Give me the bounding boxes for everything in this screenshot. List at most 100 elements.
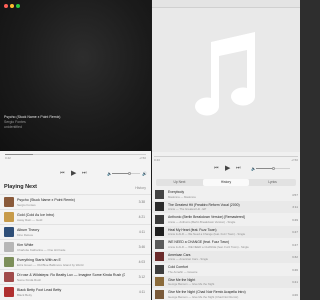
previous-track-icon[interactable]: ⏮ [214, 166, 219, 171]
song-title: Cold Comfort [168, 265, 188, 269]
volume-fill [112, 173, 130, 174]
queue-row[interactable]: Gold (Cold As Ice Intro) Away Rain — Gold… [0, 209, 151, 224]
playing-next-header: Playing Next History [0, 181, 151, 194]
window-titlebar[interactable] [152, 0, 300, 8]
volume-knob[interactable] [127, 172, 131, 175]
volume-slider[interactable] [112, 172, 140, 175]
queue-duration: 3:38 [138, 200, 145, 204]
queue-title: Album Theory [17, 228, 40, 232]
song-artwork [155, 202, 164, 211]
volume-fill [256, 168, 273, 169]
song-title: Anthonio (Berlin Breakdown Version) [Rem… [168, 215, 245, 219]
song-title: WE NEED a CHANGE (feat. Fuzz Town) [168, 240, 229, 244]
song-duration: 3:11 [292, 205, 298, 209]
song-row[interactable]: Heal My Heart (feat. Fuzz Town) Annie & A… [152, 225, 300, 238]
song-title: Give Me the Night [168, 277, 196, 282]
song-artwork [155, 289, 164, 299]
now-playing-artist: Sergio Fontes [4, 120, 26, 124]
queue-row[interactable]: Kim White Charlotte Katharina — One Hit F… [0, 239, 151, 254]
queue-title: Kim White [17, 243, 34, 247]
progress-fill [5, 154, 34, 155]
queue-title: Black Betty Foot Lead Betty [17, 288, 62, 292]
song-list: Everybody Madonna — Madonna 4:57 The Greate… [152, 188, 300, 300]
song-row[interactable]: American Cars Annie — American Cars - Sin… [152, 250, 300, 263]
queue-row[interactable]: Di rose & Wildsteps: Ro Beatty Luv — Ima… [0, 269, 151, 284]
now-playing-album: unidentified [4, 125, 22, 129]
queue-row[interactable]: Black Betty Foot Lead Betty Black Betty 4:… [0, 284, 151, 299]
next-track-icon[interactable]: ⏭ [236, 166, 241, 171]
remaining-time: -2:50 [139, 156, 146, 160]
song-artwork [155, 252, 164, 261]
queue-title: Gold (Cold As Ice Intro) [17, 213, 55, 217]
music-note-icon [195, 32, 256, 116]
queue-artwork [4, 212, 14, 222]
song-artwork [155, 264, 164, 274]
queue-duration: 4:21 [138, 215, 145, 219]
song-row[interactable]: WE NEED a CHANGE (feat. Fuzz Town) Annie … [152, 238, 300, 251]
song-subtitle: Annie & ALR — WE NEED a CHANGE (feat. Fu… [168, 244, 249, 249]
tab-history[interactable]: History [203, 179, 249, 186]
queue-row[interactable]: Everything Starts With an E Ezra Green — … [0, 254, 151, 269]
song-artwork [155, 189, 164, 199]
song-subtitle: George Benson — Give Me the Night [168, 282, 215, 286]
song-duration: 3:47 [291, 242, 298, 247]
song-title: Everybody [168, 190, 185, 194]
queue-subtitle: Black Betty [17, 293, 33, 297]
song-artwork [155, 239, 164, 249]
queue-artwork [4, 242, 14, 252]
volume-knob[interactable] [271, 167, 275, 170]
speaker-high-icon: 🔊 [142, 171, 147, 176]
song-artwork [155, 227, 164, 236]
song-duration: 3:47 [291, 230, 298, 234]
tab-lyrics[interactable]: Lyrics [249, 179, 296, 186]
segmented-tabs: Up Next History Lyrics [156, 179, 296, 186]
volume-slider-right[interactable] [256, 167, 290, 170]
song-row[interactable]: Give Me the Night (Chad Noir Remix Acape… [152, 288, 300, 300]
song-duration: 3:46 [291, 267, 298, 272]
minimize-window-button[interactable] [10, 4, 14, 8]
song-title: American Cars [168, 252, 191, 257]
queue-subtitle: Kino Deluxe [17, 233, 34, 237]
history-link[interactable]: History [135, 186, 146, 190]
up-next-queue: Psycho (Stuck Name x Point Remix) Sergio … [0, 194, 151, 300]
song-duration: 3:49 [291, 217, 298, 222]
zoom-window-button[interactable] [16, 4, 20, 8]
queue-artwork [4, 257, 14, 267]
player-window-left: Psycho (Stuck Name x Point Remix) Sergio… [0, 0, 151, 300]
tab-up-next[interactable]: Up Next [156, 179, 203, 186]
song-row[interactable]: Everybody Madonna — Madonna 4:57 [152, 188, 300, 201]
song-row[interactable]: The Greatest Hit (Freaktro Reform Vocal … [152, 200, 300, 213]
progress-scrubber-right[interactable] [154, 156, 298, 157]
queue-duration: 3:12 [138, 275, 145, 279]
remaining-time-right: -2:50 [291, 158, 298, 162]
previous-track-icon[interactable]: ⏮ [60, 171, 65, 176]
play-icon[interactable]: ▶ [225, 165, 230, 172]
song-row[interactable]: Cold Comfort The Annahir — Greenie 3:46 [152, 263, 300, 276]
close-window-button[interactable] [4, 4, 8, 8]
queue-artwork [4, 197, 14, 207]
queue-artwork [4, 272, 14, 282]
song-title: The Greatest Hit (Freaktro Reform Vocal … [168, 202, 240, 207]
queue-row[interactable]: Psycho (Stuck Name x Point Remix) Sergio … [0, 194, 151, 209]
progress-scrubber[interactable] [5, 154, 146, 155]
queue-subtitle: Charlotte Katharina — One Hit Fade [17, 248, 66, 252]
song-row[interactable]: Give Me the Night George Benson — Give Me… [152, 275, 300, 288]
queue-duration: 4:03 [138, 260, 145, 264]
queue-duration: 4:11 [138, 230, 145, 234]
queue-row[interactable]: Album Theory Kino Deluxe 4:11 [0, 224, 151, 239]
queue-subtitle: Sergio Fontes [17, 203, 36, 207]
queue-title: Di rose & Wildsteps: Ro Beatty Luv — Ima… [17, 273, 125, 277]
song-title: Heal My Heart (feat. Fuzz Town) [168, 227, 217, 232]
player-window-right: 0:43 -2:50 ⏮ ▶ ⏭ 🔈 Up Next History Lyric… [152, 0, 300, 300]
song-duration: 4:26 [291, 292, 298, 297]
song-duration: 3:32 [291, 255, 298, 259]
play-icon[interactable]: ▶ [71, 170, 76, 177]
song-row[interactable]: Anthonio (Berlin Breakdown Version) [Rem… [152, 213, 300, 226]
queue-artwork [4, 287, 14, 297]
song-duration: 3:41 [291, 280, 298, 284]
playback-controls: 0:42 -2:50 ⏮ ▶ ⏭ 🔈 🔊 [0, 151, 151, 181]
song-subtitle: Annie & ALR — We Need a Change (feat. Fu… [168, 232, 246, 236]
queue-duration: 3:46 [138, 245, 145, 249]
album-artwork: Psycho (Stuck Name x Point Remix) Sergio… [0, 0, 151, 151]
next-track-icon[interactable]: ⏭ [82, 171, 87, 176]
